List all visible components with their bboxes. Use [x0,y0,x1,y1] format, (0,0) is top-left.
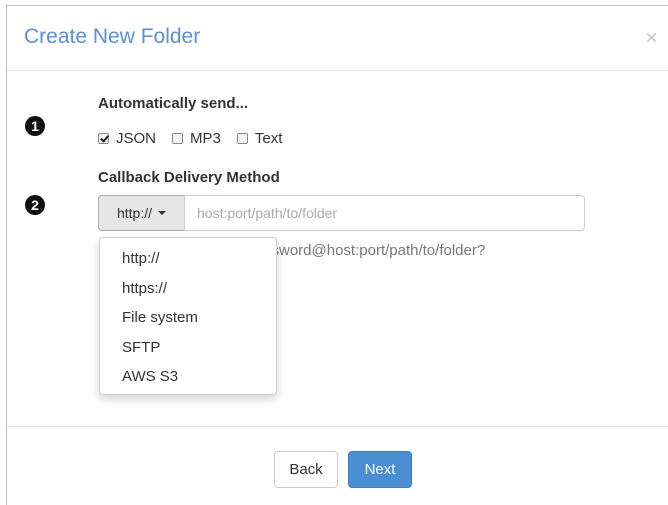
dropdown-item-https[interactable]: https:// [100,274,276,304]
url-help-text-visible: ssword@host:port/path/to/folder? [264,242,486,259]
dropdown-item-sftp[interactable]: SFTP [100,333,276,363]
checkbox-box[interactable] [172,132,184,144]
back-button[interactable]: Back [274,451,338,488]
protocol-dropdown-button[interactable]: http:// [98,195,184,231]
dropdown-item-aws-s3[interactable]: AWS S3 [100,362,276,392]
dropdown-item-file-system[interactable]: File system [100,303,276,333]
checkbox-box[interactable] [236,132,248,144]
send-options-group: JSON MP3 Text [98,128,298,148]
close-icon[interactable]: × [645,27,658,49]
next-button[interactable]: Next [348,451,412,488]
caret-down-icon [158,211,167,215]
protocol-selected-label: http:// [116,205,153,221]
json-checkbox[interactable]: JSON [98,130,156,147]
modal-header: Create New Folder × [7,6,668,71]
delivery-method-label: Callback Delivery Method [98,169,280,186]
text-checkbox-label: Text [254,129,283,147]
step-two-badge: 2 [25,195,45,215]
send-options-label: Automatically send... [98,95,249,112]
mp3-checkbox-label: MP3 [190,129,221,147]
json-checkbox-label: JSON [116,129,157,147]
step-one-badge: 1 [25,116,45,136]
checkmark-icon[interactable] [98,132,109,144]
modal-footer: Back Next [7,426,668,505]
protocol-dropdown-menu: http:// https:// File system SFTP AWS S3 [99,237,277,395]
mp3-checkbox[interactable]: MP3 [172,130,221,147]
text-checkbox[interactable]: Text [236,129,283,147]
modal-title: Create New Folder [24,25,201,48]
callback-url-input[interactable] [184,195,585,231]
create-folder-modal: Create New Folder × 1 Automatically send… [6,5,668,505]
url-input-group: http:// [98,195,585,231]
dropdown-item-http[interactable]: http:// [100,244,276,274]
